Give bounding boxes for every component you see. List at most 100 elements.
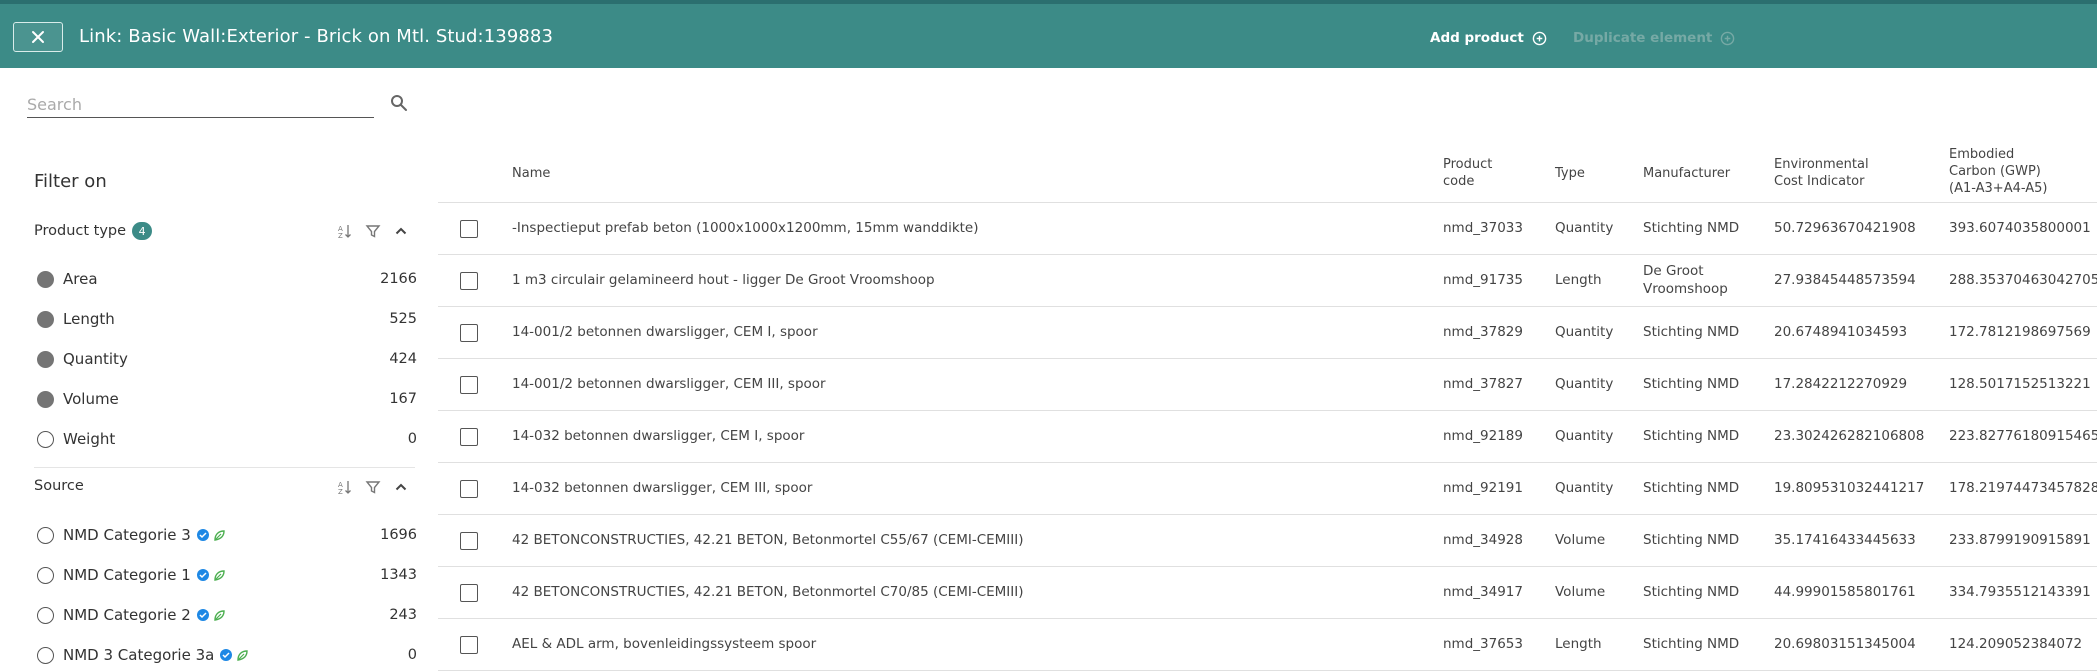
option-count: 0 (407, 431, 417, 447)
radio-empty-icon[interactable] (37, 526, 54, 544)
cell-name: 42 BETONCONSTRUCTIES, 42.21 BETON, Beton… (512, 532, 1024, 548)
source-label: Source (34, 478, 84, 494)
duplicate-element-button[interactable]: Duplicate element (1573, 30, 1735, 46)
product-type-option-weight[interactable]: Weight 0 (37, 428, 417, 450)
product-type-option-area[interactable]: Area 2166 (37, 268, 417, 290)
product-type-option-quantity[interactable]: Quantity 424 (37, 348, 417, 370)
table-row[interactable]: 14-032 betonnen dwarsligger, CEM I, spoo… (438, 411, 2097, 463)
cell-name: 42 BETONCONSTRUCTIES, 42.21 BETON, Beton… (512, 584, 1024, 600)
radio-empty-icon[interactable] (37, 430, 54, 448)
row-checkbox[interactable] (460, 636, 478, 654)
row-checkbox[interactable] (460, 532, 478, 550)
table-row[interactable]: 42 BETONCONSTRUCTIES, 42.21 BETON, Beton… (438, 515, 2097, 567)
table-row[interactable]: 14-032 betonnen dwarsligger, CEM III, sp… (438, 463, 2097, 515)
row-checkbox[interactable] (460, 376, 478, 394)
product-type-option-length[interactable]: Length 525 (37, 308, 417, 330)
cell-product-code: nmd_92191 (1443, 480, 1523, 496)
cell-product-code: nmd_37827 (1443, 376, 1523, 392)
sort-alpha-icon[interactable]: AZ (337, 223, 353, 239)
cell-product-code: nmd_34928 (1443, 532, 1523, 548)
product-type-badge: 4 (132, 222, 153, 240)
eco-leaf-icon (237, 650, 249, 661)
filter-icon[interactable] (365, 223, 381, 239)
table-row[interactable]: -Inspectieput prefab beton (1000x1000x12… (438, 203, 2097, 255)
column-header-eci[interactable]: Environmental Cost Indicator (1774, 156, 1886, 190)
source-badges (196, 608, 226, 622)
cell-eci: 23.302426282106808 (1774, 428, 1925, 444)
cell-type: Length (1555, 272, 1602, 288)
cell-name: 1 m3 circulair gelamineerd hout - ligger… (512, 272, 935, 288)
product-type-label: Product type (34, 223, 127, 239)
add-product-button[interactable]: Add product (1430, 30, 1547, 46)
source-option-nmd-cat-1[interactable]: NMD Categorie 1 1343 (37, 564, 417, 586)
cell-gwp: 128.5017152513221 (1949, 376, 2091, 392)
cell-manufacturer: Stichting NMD (1643, 376, 1740, 392)
filter-icon[interactable] (365, 479, 381, 495)
cell-type: Volume (1555, 584, 1606, 600)
option-count: 424 (389, 351, 417, 367)
column-header-gwp[interactable]: Embodied Carbon (GWP) (A1-A3+A4-A5) (1949, 146, 2053, 197)
cell-product-code: nmd_91735 (1443, 272, 1523, 288)
table-row[interactable]: 42 BETONCONSTRUCTIES, 42.21 BETON, Beton… (438, 567, 2097, 619)
cell-name: 14-001/2 betonnen dwarsligger, CEM I, sp… (512, 324, 818, 340)
product-type-section-title[interactable]: Product type 4 (34, 222, 153, 240)
verified-icon (196, 569, 209, 581)
cell-type: Quantity (1555, 220, 1614, 236)
table-row[interactable]: 1 m3 circulair gelamineerd hout - ligger… (438, 255, 2097, 307)
cell-manufacturer: Stichting NMD (1643, 532, 1740, 548)
column-header-name[interactable]: Name (512, 165, 550, 182)
radio-filled-icon[interactable] (37, 310, 54, 328)
source-badges (196, 568, 226, 582)
cell-gwp: 233.8799190915891 (1949, 532, 2091, 548)
verified-icon (220, 649, 233, 661)
svg-text:Z: Z (338, 488, 343, 495)
chevron-up-icon[interactable] (393, 479, 409, 495)
source-option-nmd-cat-3[interactable]: NMD Categorie 3 1696 (37, 524, 417, 546)
option-label: NMD 3 Categorie 3a (63, 646, 215, 664)
table-row[interactable]: AEL & ADL arm, bovenleidingssysteem spoo… (438, 619, 2097, 671)
source-badges (196, 528, 226, 542)
cell-type: Volume (1555, 532, 1606, 548)
row-checkbox[interactable] (460, 272, 478, 290)
cell-type: Quantity (1555, 480, 1614, 496)
column-header-type[interactable]: Type (1555, 165, 1585, 182)
row-checkbox[interactable] (460, 584, 478, 602)
column-header-manufacturer[interactable]: Manufacturer (1643, 165, 1730, 182)
duplicate-circle-icon (1721, 31, 1735, 45)
cell-product-code: nmd_37653 (1443, 636, 1523, 652)
radio-empty-icon[interactable] (37, 646, 54, 664)
cell-product-code: nmd_37829 (1443, 324, 1523, 340)
cell-type: Quantity (1555, 376, 1614, 392)
cell-product-code: nmd_34917 (1443, 584, 1523, 600)
row-checkbox[interactable] (460, 480, 478, 498)
header-bar: Link: Basic Wall:Exterior - Brick on Mtl… (0, 4, 2097, 68)
close-button[interactable] (13, 22, 63, 52)
row-checkbox[interactable] (460, 324, 478, 342)
radio-empty-icon[interactable] (37, 566, 54, 584)
option-label: NMD Categorie 3 (63, 526, 191, 544)
column-header-product-code[interactable]: Product code (1443, 156, 1503, 190)
radio-filled-icon[interactable] (37, 270, 54, 288)
radio-filled-icon[interactable] (37, 390, 54, 408)
page-title: Link: Basic Wall:Exterior - Brick on Mtl… (79, 26, 554, 47)
eco-leaf-icon (214, 530, 225, 541)
chevron-up-icon[interactable] (393, 223, 409, 239)
table-row[interactable]: 14-001/2 betonnen dwarsligger, CEM I, sp… (438, 307, 2097, 359)
source-option-nmd-3-cat-3a[interactable]: NMD 3 Categorie 3a 0 (37, 644, 417, 666)
cell-manufacturer: Stichting NMD (1643, 428, 1740, 444)
sort-alpha-icon[interactable]: AZ (337, 479, 353, 495)
source-option-nmd-cat-2[interactable]: NMD Categorie 2 243 (37, 604, 417, 626)
row-checkbox[interactable] (460, 220, 478, 238)
duplicate-element-label: Duplicate element (1573, 30, 1713, 46)
option-label: NMD Categorie 2 (63, 606, 191, 624)
radio-filled-icon[interactable] (37, 350, 54, 368)
radio-empty-icon[interactable] (37, 606, 54, 624)
search-input[interactable] (27, 92, 374, 117)
cell-eci: 20.6748941034593 (1774, 324, 1908, 340)
row-checkbox[interactable] (460, 428, 478, 446)
source-controls: AZ (337, 479, 409, 495)
search-icon[interactable] (390, 94, 408, 112)
source-section-title[interactable]: Source (34, 478, 84, 494)
product-type-option-volume[interactable]: Volume 167 (37, 388, 417, 410)
table-row[interactable]: 14-001/2 betonnen dwarsligger, CEM III, … (438, 359, 2097, 411)
